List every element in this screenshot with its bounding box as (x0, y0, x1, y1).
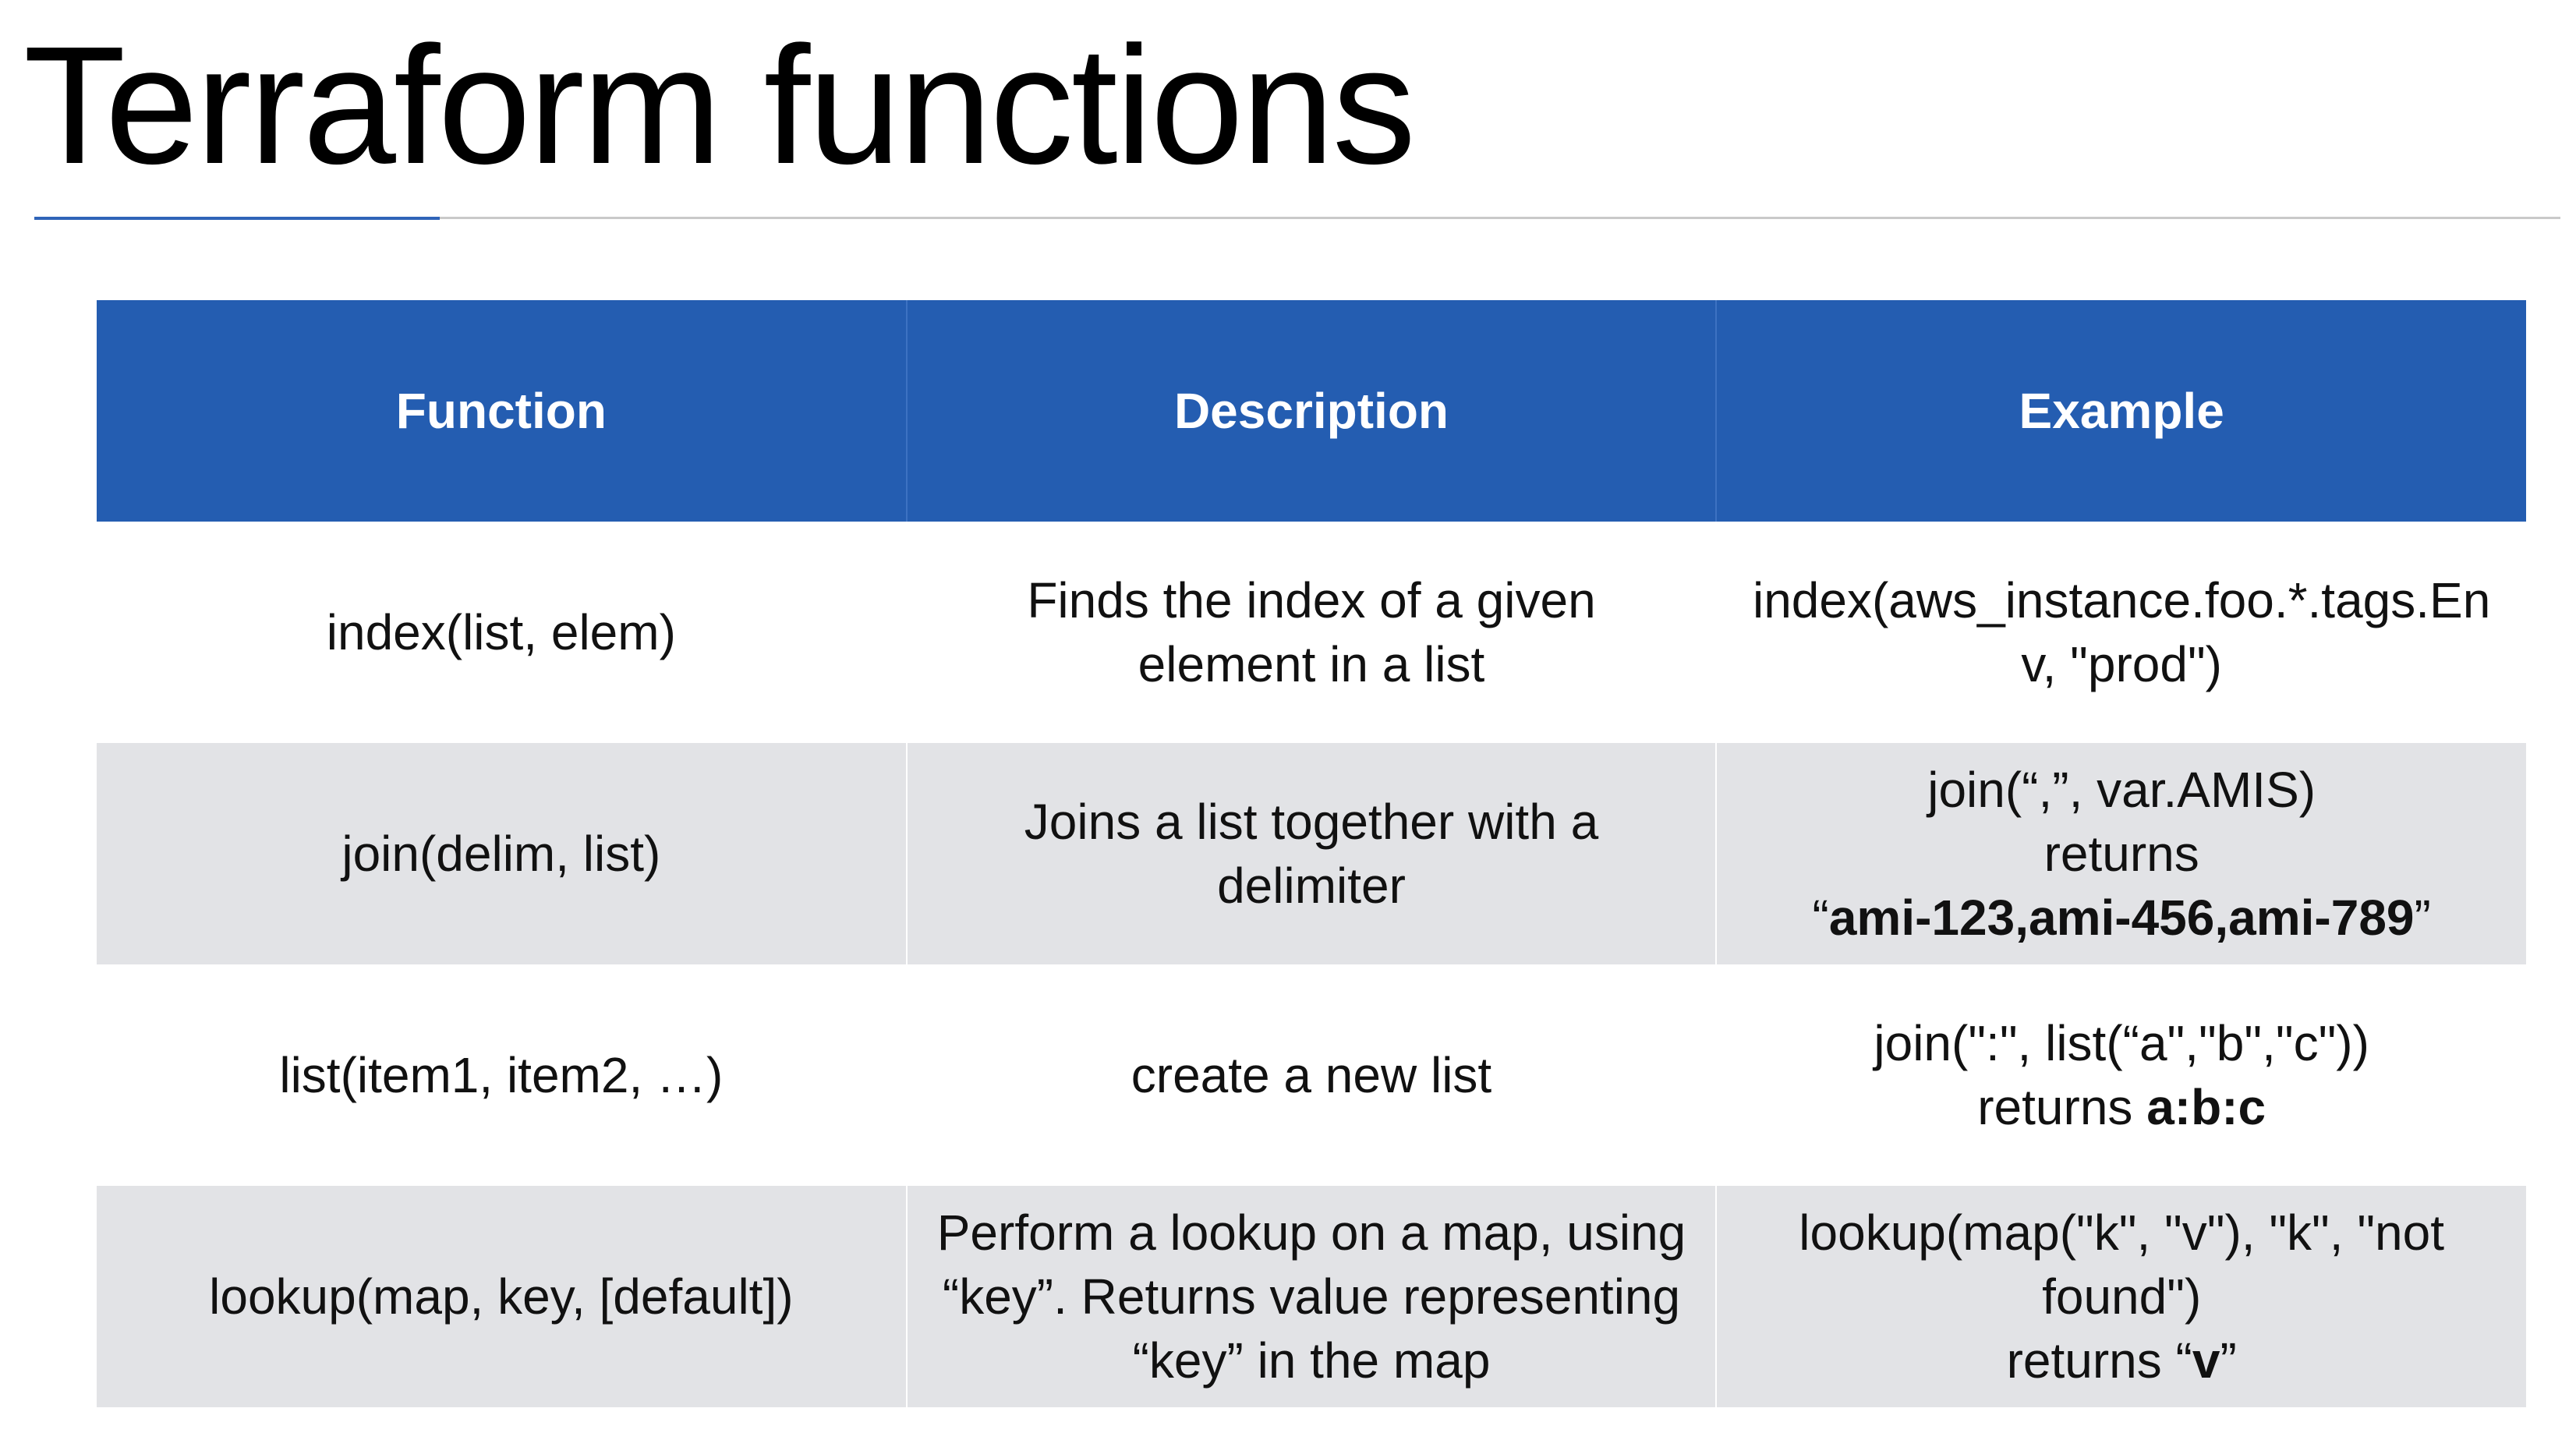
example-close-quote: ” (2414, 890, 2431, 946)
description-line: “key” in the map (1132, 1332, 1491, 1389)
table-row: index(list, elem) Finds the index of a g… (97, 522, 2526, 743)
table-row: list(item1, item2, …) create a new list … (97, 964, 2526, 1186)
description-line: “key”. Returns value representing (942, 1268, 1681, 1325)
function-signature: lookup(map, key, [default]) (209, 1268, 794, 1325)
example-result: a:b:c (2146, 1079, 2266, 1135)
function-signature: index(list, elem) (326, 604, 676, 660)
example-returns-label: returns (2006, 1332, 2162, 1389)
example-cell: lookup(map("k", "v"), "k", "not found") … (1716, 1186, 2526, 1407)
example-code-line: index(aws_instance.foo.*.tags.En (1752, 572, 2491, 628)
example-cell: index(aws_instance.foo.*.tags.En v, "pro… (1716, 522, 2526, 743)
column-header-example: Example (1716, 300, 2526, 522)
example-result: v (2192, 1332, 2220, 1389)
example-returns-label: returns (1977, 1079, 2133, 1135)
example-close-quote: ” (2220, 1332, 2237, 1389)
description-line: create a new list (1131, 1047, 1492, 1103)
table-row: lookup(map, key, [default]) Perform a lo… (97, 1186, 2526, 1407)
function-cell: join(delim, list) (97, 743, 908, 964)
function-signature: join(delim, list) (341, 826, 661, 882)
function-cell: lookup(map, key, [default]) (97, 1186, 908, 1407)
table-row: join(delim, list) Joins a list together … (97, 743, 2526, 964)
page-title: Terraform functions (23, 11, 1416, 199)
description-cell: Joins a list together with a delimiter (906, 743, 1718, 964)
example-result-line: returns “v” (1728, 1329, 2515, 1392)
table-header-row: Function Description Example (97, 300, 2526, 522)
example-cell: join(":", list(“a","b","c")) returns a:b… (1716, 964, 2526, 1186)
description-cell: Finds the index of a given element in a … (906, 522, 1718, 743)
example-code-line: found") (2042, 1268, 2202, 1325)
description-cell: create a new list (906, 964, 1718, 1186)
column-header-description: Description (906, 300, 1718, 522)
function-cell: list(item1, item2, …) (97, 964, 908, 1186)
description-line: delimiter (1217, 858, 1406, 914)
example-cell: join(“,”, var.AMIS) returns “ami-123,ami… (1716, 743, 2526, 964)
description-line: Joins a list together with a (1024, 794, 1599, 850)
example-code-line: v, "prod") (2021, 636, 2222, 692)
example-code-line: lookup(map("k", "v"), "k", "not (1799, 1205, 2445, 1261)
description-line: Perform a lookup on a map, using (936, 1205, 1686, 1261)
example-result: ami-123,ami-456,ami-789 (1828, 890, 2415, 946)
description-cell: Perform a lookup on a map, using “key”. … (906, 1186, 1718, 1407)
example-returns-label: returns (2043, 826, 2199, 882)
example-result-line: “ami-123,ami-456,ami-789” (1728, 886, 2515, 950)
function-signature: list(item1, item2, …) (279, 1047, 724, 1103)
example-code-line: join(“,”, var.AMIS) (1927, 762, 2316, 818)
example-code-line: join(":", list(“a","b","c")) (1874, 1015, 2369, 1071)
example-result-line: returns a:b:c (1728, 1075, 2515, 1139)
function-cell: index(list, elem) (97, 522, 908, 743)
description-line: element in a list (1138, 636, 1485, 692)
description-line: Finds the index of a given (1027, 572, 1596, 628)
title-divider-accent (34, 217, 440, 220)
example-open-quote: “ (1812, 890, 1829, 946)
example-open-quote: “ (2175, 1332, 2192, 1389)
column-header-function: Function (97, 300, 908, 522)
functions-table: Function Description Example index(list,… (97, 300, 2526, 1407)
